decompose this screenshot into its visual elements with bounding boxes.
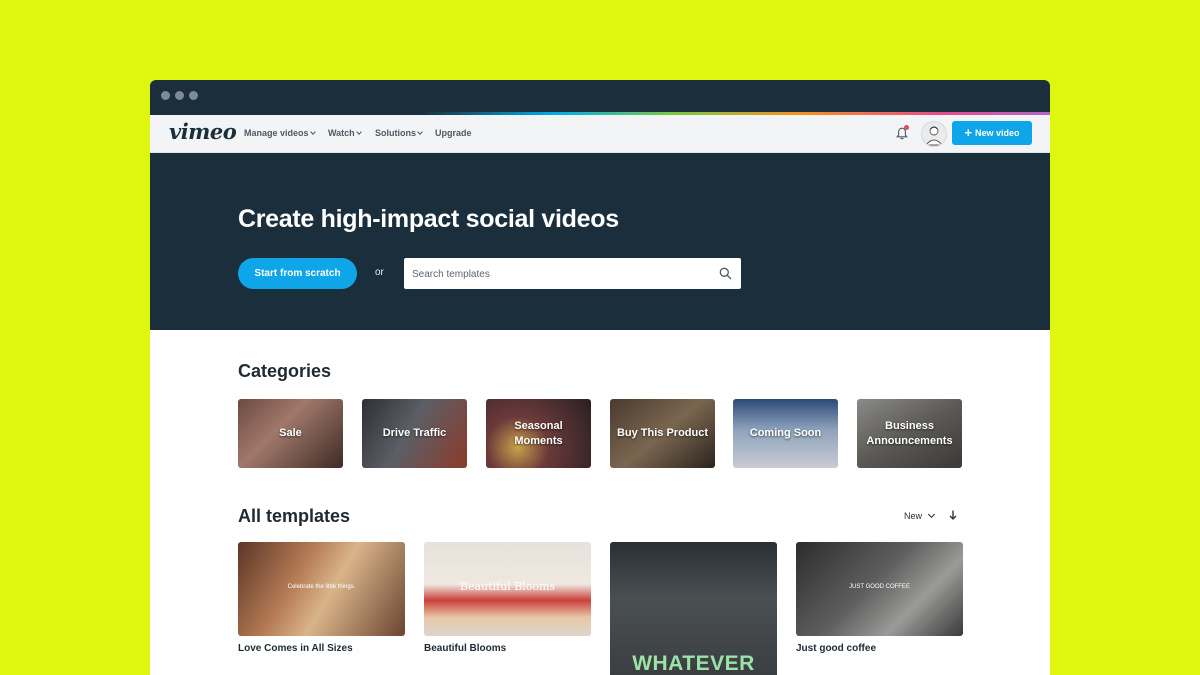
category-label: Coming Soon: [749, 427, 822, 439]
window-titlebar: [150, 80, 1050, 112]
thumbnail-overlay-text: WHATEVER: [632, 652, 755, 675]
template-thumbnail[interactable]: Beautiful Blooms: [424, 542, 591, 636]
avatar-illustration: [925, 126, 943, 146]
plus-icon: +: [964, 125, 973, 140]
template-card-whatever[interactable]: WHATEVER: [610, 542, 777, 675]
nav-manage-videos[interactable]: Manage videos: [244, 128, 316, 138]
nav-upgrade[interactable]: Upgrade: [435, 128, 472, 138]
template-thumbnail[interactable]: WHATEVER: [610, 542, 777, 675]
nav-solutions-label: Solutions: [375, 128, 416, 138]
avatar[interactable]: [921, 121, 947, 147]
template-name[interactable]: Love Comes in All Sizes: [238, 643, 405, 654]
categories-heading: Categories: [238, 361, 332, 381]
category-sale[interactable]: Sale: [238, 399, 343, 468]
category-label: Seasonal Moments: [514, 419, 563, 447]
all-templates-heading: All templates: [238, 506, 351, 526]
window-minimize-dot[interactable]: [175, 91, 184, 100]
nav-watch[interactable]: Watch: [328, 128, 362, 138]
vimeo-logo[interactable]: vimeo: [169, 119, 237, 144]
sort-select[interactable]: New: [904, 511, 922, 521]
or-separator: or: [375, 267, 384, 278]
sort-arrow-icon[interactable]: [948, 509, 958, 521]
template-card-coffee[interactable]: JUST GOOD COFFEE Just good coffee: [796, 542, 963, 654]
category-label: Sale: [279, 427, 302, 439]
nav-watch-label: Watch: [328, 128, 355, 138]
window-close-dot[interactable]: [161, 91, 170, 100]
category-business-announcements[interactable]: Business Announcements: [857, 399, 962, 468]
category-seasonal-moments[interactable]: Seasonal Moments: [486, 399, 591, 468]
nav-manage-videos-label: Manage videos: [244, 128, 309, 138]
template-thumbnail[interactable]: Celebrate the little things.: [238, 542, 405, 636]
hero-banner: Create high-impact social videos Start f…: [150, 153, 1050, 330]
notification-dot: [904, 125, 909, 130]
category-coming-soon[interactable]: Coming Soon: [733, 399, 838, 468]
nav-solutions[interactable]: Solutions: [375, 128, 423, 138]
thumbnail-overlay-text: Beautiful Blooms: [459, 580, 556, 593]
category-drive-traffic[interactable]: Drive Traffic: [362, 399, 467, 468]
thumbnail-overlay-text: JUST GOOD COFFEE: [849, 584, 910, 590]
start-from-scratch-button[interactable]: Start from scratch: [238, 258, 357, 289]
template-card-love[interactable]: Celebrate the little things. Love Comes …: [238, 542, 405, 654]
new-video-label: New video: [975, 128, 1020, 138]
search-input[interactable]: [410, 258, 714, 291]
template-card-blooms[interactable]: Beautiful Blooms Beautiful Blooms: [424, 542, 591, 654]
template-thumbnail[interactable]: JUST GOOD COFFEE: [796, 542, 963, 636]
top-navbar: vimeo Manage videos Watch Solutions Upgr…: [150, 115, 1050, 153]
category-label: Business Announcements: [866, 419, 953, 447]
browser-window: vimeo Manage videos Watch Solutions Upgr…: [150, 80, 1050, 675]
chevron-down-icon: [417, 129, 423, 135]
chevron-down-icon: [355, 129, 362, 135]
category-label: Buy This Product: [616, 427, 709, 439]
thumbnail-overlay-text: Celebrate the little things.: [287, 584, 356, 590]
template-search-box: [404, 258, 741, 291]
category-label: Drive Traffic: [382, 427, 447, 439]
window-zoom-dot[interactable]: [189, 91, 198, 100]
category-buy-this-product[interactable]: Buy This Product: [610, 399, 715, 468]
template-name[interactable]: Just good coffee: [796, 643, 963, 654]
chevron-down-icon[interactable]: [927, 510, 936, 519]
hero-title: Create high-impact social videos: [238, 205, 619, 233]
new-video-button[interactable]: + New video: [952, 121, 1032, 145]
search-icon[interactable]: [719, 267, 732, 280]
chevron-down-icon: [309, 129, 316, 135]
template-name[interactable]: Beautiful Blooms: [424, 643, 591, 654]
